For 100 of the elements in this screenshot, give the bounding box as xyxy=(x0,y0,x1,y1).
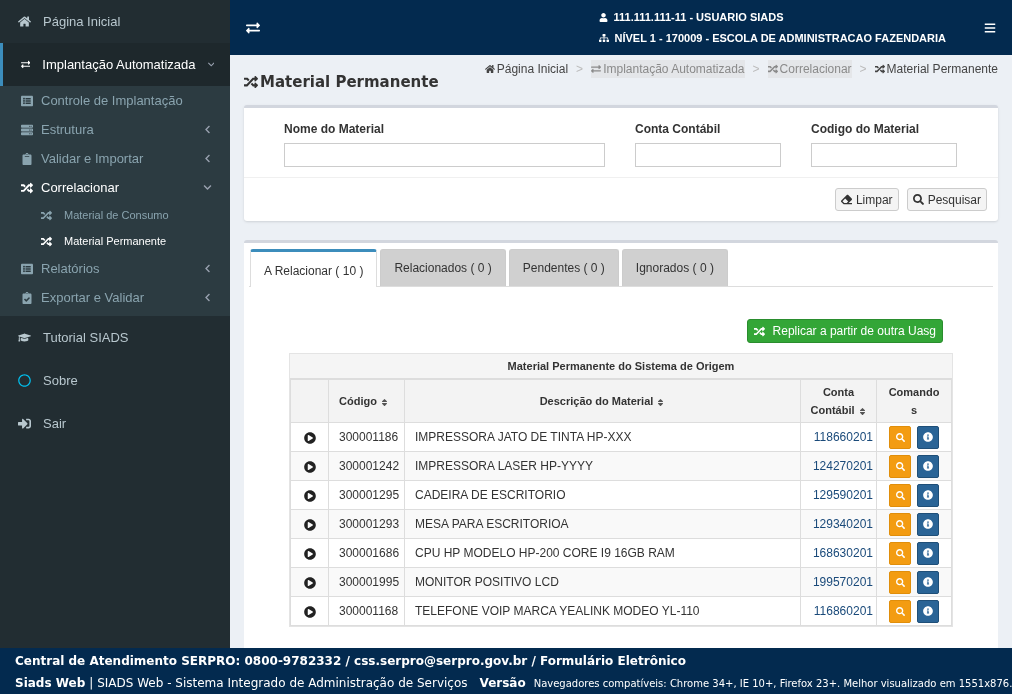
table-cell: IMPRESSORA LASER HP-YYYY xyxy=(404,451,801,481)
info-icon xyxy=(923,606,933,616)
submenu-item[interactable]: Relatórios xyxy=(0,254,230,283)
table-cell: 300001168 xyxy=(328,596,405,626)
submenu-item[interactable]: Validar e Importar xyxy=(0,144,230,173)
swap-arrows-icon xyxy=(591,64,602,74)
search-icon xyxy=(895,577,905,587)
expand-row-icon[interactable] xyxy=(303,518,316,531)
home-icon xyxy=(484,64,495,74)
breadcrumb-separator: > xyxy=(752,61,760,78)
submenu-item[interactable]: Material Permanente xyxy=(0,228,230,254)
info-button[interactable] xyxy=(917,570,939,594)
info-button[interactable] xyxy=(917,512,939,536)
shuffle-icon xyxy=(244,75,258,90)
table-cell: CPU HP MODELO HP-200 CORE I9 16GB RAM xyxy=(404,538,801,568)
info-button[interactable] xyxy=(917,541,939,565)
table-cell: 300001295 xyxy=(328,480,405,510)
search-icon xyxy=(895,432,905,442)
search-icon xyxy=(895,548,905,558)
text-field[interactable] xyxy=(635,143,781,167)
search-button[interactable] xyxy=(889,483,911,507)
table-cell: 124270201 xyxy=(800,451,877,481)
list-icon xyxy=(21,262,33,275)
sidebar-item[interactable]: Tutorial SIADS xyxy=(0,316,230,359)
table-cell: IMPRESSORA JATO DE TINTA HP-XXX xyxy=(404,422,801,452)
app-name: Siads Web xyxy=(15,675,86,692)
sidebar-item[interactable]: Página Inicial xyxy=(0,0,230,43)
search-button[interactable] xyxy=(889,512,911,536)
column-header[interactable]: Descrição do Material xyxy=(404,379,801,423)
search-button[interactable]: Pesquisar xyxy=(906,188,987,211)
tab[interactable]: Ignorados ( 0 ) xyxy=(621,249,728,286)
table-cell: 168630201 xyxy=(800,538,877,568)
search-button[interactable] xyxy=(889,599,911,623)
sidebar-item[interactable]: Sair xyxy=(0,402,230,445)
clear-button[interactable]: Limpar xyxy=(834,188,899,211)
table-cell: 116860201 xyxy=(800,596,877,626)
table-cell: MESA PARA ESCRITORIOA xyxy=(404,509,801,539)
field-label: Conta Contábil xyxy=(635,121,722,138)
tab[interactable]: A Relacionar ( 10 ) xyxy=(250,249,378,287)
column-header[interactable]: Código xyxy=(328,379,405,423)
info-icon xyxy=(923,519,933,529)
tab[interactable]: Pendentes ( 0 ) xyxy=(508,249,619,286)
menu-icon[interactable] xyxy=(984,21,996,34)
search-button[interactable] xyxy=(889,541,911,565)
info-icon xyxy=(923,490,933,500)
breadcrumb-link[interactable]: Material Permanente xyxy=(874,60,998,78)
unit-name: NÍVEL 1 - 170009 - ESCOLA DE ADMINISTRACAO FAZENDARIA xyxy=(614,30,946,46)
expand-row-icon[interactable] xyxy=(303,547,316,560)
home-icon xyxy=(18,15,31,28)
submenu-item[interactable]: Controle de Implantação xyxy=(0,86,230,115)
text-field[interactable] xyxy=(811,143,957,167)
app-description: | SIADS Web - Sistema Integrado de Administração de Serviços xyxy=(89,675,468,692)
search-icon xyxy=(895,461,905,471)
sign-in-icon xyxy=(18,417,31,430)
search-icon xyxy=(895,490,905,500)
search-icon xyxy=(912,194,924,205)
info-icon xyxy=(923,461,933,471)
tab[interactable]: Relacionados ( 0 ) xyxy=(380,249,506,286)
text-field[interactable] xyxy=(284,143,605,167)
info-icon xyxy=(923,432,933,442)
expand-row-icon[interactable] xyxy=(303,460,316,473)
clipboard-icon xyxy=(21,152,33,165)
sidebar-item[interactable]: Implantação Automatizada xyxy=(0,43,230,86)
info-button[interactable] xyxy=(917,483,939,507)
submenu-item[interactable]: Estrutura xyxy=(0,115,230,144)
search-button[interactable] xyxy=(889,570,911,594)
version-label: Versão xyxy=(479,675,526,692)
expand-row-icon[interactable] xyxy=(303,605,316,618)
expand-row-icon[interactable] xyxy=(303,431,316,444)
info-button[interactable] xyxy=(917,425,939,449)
search-button[interactable] xyxy=(889,454,911,478)
table-cell: CADEIRA DE ESCRITORIO xyxy=(404,480,801,510)
table-cell: TELEFONE VOIP MARCA YEALINK MODEO YL-110 xyxy=(404,596,801,626)
submenu-item[interactable]: Exportar e Validar xyxy=(0,283,230,312)
table-cell: 199570201 xyxy=(800,567,877,597)
table-cell: 300001293 xyxy=(328,509,405,539)
support-info: Central de Atendimento SERPRO: 0800-9782332 / css.serpro@serpro.gov.br / Formulário Eletrônico xyxy=(15,653,687,670)
shuffle-icon xyxy=(767,64,778,74)
sidebar-item[interactable]: Sobre xyxy=(0,359,230,402)
submenu-item[interactable]: Correlacionar xyxy=(0,173,230,202)
shuffle-icon xyxy=(874,64,885,74)
breadcrumb-separator: > xyxy=(859,61,867,78)
server-icon xyxy=(21,123,33,136)
sitemap-icon xyxy=(598,32,609,43)
sidebar-toggle-icon[interactable] xyxy=(246,20,260,35)
expand-row-icon[interactable] xyxy=(303,489,316,502)
submenu-item[interactable]: Material de Consumo xyxy=(0,202,230,228)
table-cell: MONITOR POSITIVO LCD xyxy=(404,567,801,597)
table-cell: 129340201 xyxy=(800,509,877,539)
search-button[interactable] xyxy=(889,425,911,449)
list-icon xyxy=(21,94,33,107)
info-button[interactable] xyxy=(917,599,939,623)
breadcrumb-link[interactable]: Página Inicial xyxy=(484,60,569,78)
field-label: Codigo do Material xyxy=(811,121,920,138)
column-header[interactable]: Conta Contábil xyxy=(800,379,877,423)
info-button[interactable] xyxy=(917,454,939,478)
shuffle-icon xyxy=(21,181,33,194)
expand-row-icon[interactable] xyxy=(303,576,316,589)
search-icon xyxy=(895,519,905,529)
shuffle-icon xyxy=(41,209,52,221)
